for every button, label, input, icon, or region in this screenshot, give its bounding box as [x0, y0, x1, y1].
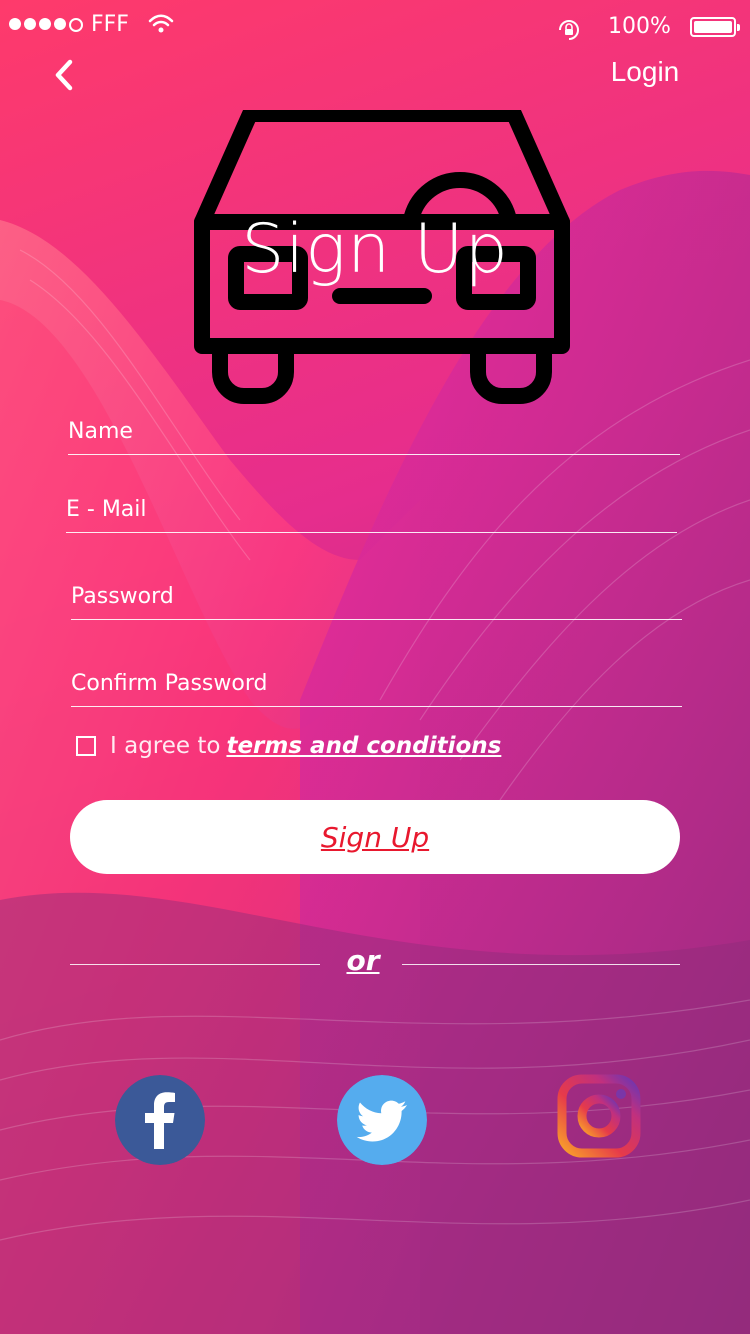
email-field-placeholder: E - Mail: [66, 497, 147, 522]
terms-row: I agree to terms and conditions: [76, 733, 501, 759]
name-field[interactable]: Name: [68, 414, 680, 455]
confirm-password-field-placeholder: Confirm Password: [71, 671, 268, 696]
instagram-button[interactable]: [555, 1074, 643, 1162]
twitter-button[interactable]: [337, 1075, 427, 1165]
sign-up-button[interactable]: Sign Up: [70, 800, 680, 874]
wifi-icon: [148, 14, 174, 33]
divider-line-right: [402, 964, 680, 965]
back-button[interactable]: [48, 56, 88, 96]
password-field-placeholder: Password: [71, 584, 174, 609]
facebook-button[interactable]: [115, 1075, 205, 1165]
battery-percent: 100%: [608, 14, 671, 39]
rotation-lock-icon: [559, 20, 579, 40]
login-link[interactable]: Login: [590, 56, 700, 88]
chevron-left-icon: [55, 59, 73, 91]
status-bar: FFF 100%: [0, 0, 750, 56]
password-field[interactable]: Password: [71, 579, 682, 620]
instagram-icon: [557, 1074, 641, 1158]
terms-checkbox[interactable]: [76, 736, 96, 756]
confirm-password-field[interactable]: Confirm Password: [71, 666, 682, 707]
name-field-placeholder: Name: [68, 419, 133, 444]
carrier-name: FFF: [91, 12, 129, 37]
divider-line-left: [70, 964, 320, 965]
sign-up-button-label: Sign Up: [320, 820, 430, 854]
battery-icon: [690, 17, 740, 37]
signal-strength-icon: [9, 18, 83, 32]
page-title: Sign Up: [241, 210, 509, 289]
terms-link[interactable]: terms and conditions: [226, 733, 501, 759]
email-field[interactable]: E - Mail: [66, 492, 677, 533]
terms-prefix: I agree to: [110, 733, 221, 759]
or-divider-label: or: [346, 944, 380, 977]
